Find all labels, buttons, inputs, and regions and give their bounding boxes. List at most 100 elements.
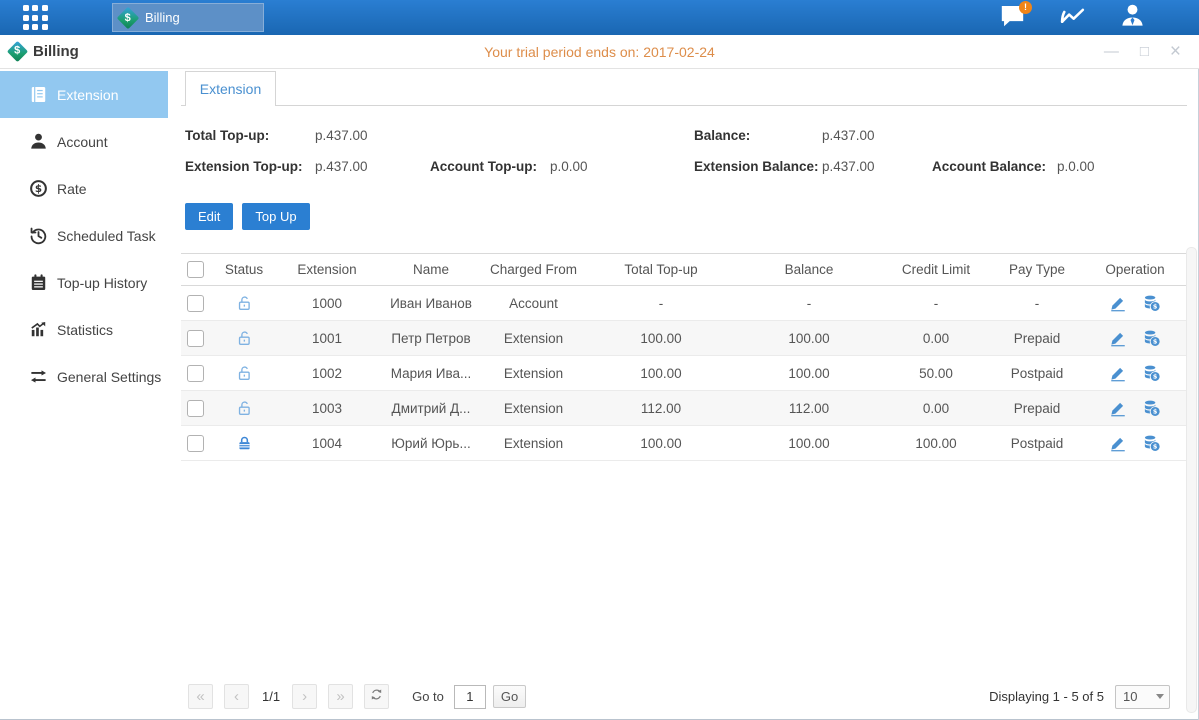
row-charged-from: Extension [481, 366, 586, 381]
select-all-checkbox[interactable] [187, 261, 204, 278]
row-checkbox[interactable] [187, 330, 204, 347]
apps-menu-button[interactable] [0, 5, 70, 30]
user-button[interactable] [1115, 1, 1149, 35]
topup-coins-icon[interactable]: $ [1143, 294, 1161, 312]
window-controls: — □ × [1104, 42, 1181, 61]
edit-icon[interactable] [1109, 434, 1127, 452]
last-page-button[interactable]: » [328, 684, 353, 709]
window-title-bar: Your trial period ends on: 2017-02-24 $ … [0, 35, 1199, 69]
extension-balance-label: Extension Balance: [694, 159, 822, 174]
sidebar-item-general-settings[interactable]: General Settings [0, 353, 168, 400]
row-checkbox[interactable] [187, 400, 204, 417]
total-topup-label: Total Top-up: [185, 128, 315, 143]
row-credit-limit: 0.00 [882, 401, 990, 416]
goto-page-input[interactable] [454, 685, 486, 709]
sidebar-item-statistics[interactable]: Statistics [0, 306, 168, 353]
close-icon[interactable]: × [1170, 42, 1181, 61]
row-extension: 1004 [273, 436, 381, 451]
lock-closed-icon [236, 435, 253, 452]
apps-grid-icon [23, 5, 48, 30]
column-header-pay-type: Pay Type [990, 262, 1084, 277]
top-bar: $ Billing ! [0, 0, 1199, 35]
table-row: 1004 Юрий Юрь... Extension 100.00 100.00… [181, 426, 1186, 461]
edit-icon[interactable] [1109, 294, 1127, 312]
table-row: 1003 Дмитрий Д... Extension 112.00 112.0… [181, 391, 1186, 426]
sidebar-item-account[interactable]: Account [0, 118, 168, 165]
table-scrollbar[interactable] [1186, 247, 1197, 713]
tab-strip: Extension [181, 69, 1187, 106]
sidebar-item-rate[interactable]: $ Rate [0, 165, 168, 212]
displaying-summary: Displaying 1 - 5 of 5 [989, 689, 1104, 704]
extension-topup-value: p.437.00 [315, 159, 430, 174]
row-extension: 1001 [273, 331, 381, 346]
row-operations: $ [1084, 399, 1186, 417]
app-tab-label: Billing [145, 10, 180, 25]
action-buttons: Edit Top Up [181, 203, 1199, 230]
topbar-right-icons: ! [995, 1, 1149, 35]
sidebar-item-top-up-history[interactable]: Top-up History [0, 259, 168, 306]
go-button[interactable]: Go [493, 685, 526, 708]
extensions-table: StatusExtensionNameCharged FromTotal Top… [181, 253, 1186, 461]
row-credit-limit: 50.00 [882, 366, 990, 381]
sidebar-item-extension[interactable]: Extension [0, 71, 168, 118]
topup-coins-icon[interactable]: $ [1143, 364, 1161, 382]
row-extension: 1000 [273, 296, 381, 311]
maximize-icon[interactable]: □ [1140, 44, 1149, 59]
row-credit-limit: 100.00 [882, 436, 990, 451]
next-page-button[interactable]: › [292, 684, 317, 709]
messages-button[interactable]: ! [995, 1, 1029, 35]
row-balance: 100.00 [736, 436, 882, 451]
column-header-total-top-up: Total Top-up [586, 262, 736, 277]
window-title: Billing [33, 43, 79, 60]
row-operations: $ [1084, 434, 1186, 452]
row-name: Дмитрий Д... [381, 401, 481, 416]
page-size-select[interactable]: 10 [1115, 685, 1170, 709]
account-balance-value: p.0.00 [1057, 159, 1095, 174]
svg-text:$: $ [1153, 408, 1157, 416]
top-up-button[interactable]: Top Up [242, 203, 309, 230]
topup-coins-icon[interactable]: $ [1143, 434, 1161, 452]
row-checkbox[interactable] [187, 435, 204, 452]
row-extension: 1002 [273, 366, 381, 381]
minimize-icon[interactable]: — [1104, 44, 1119, 59]
topup-coins-icon[interactable]: $ [1143, 329, 1161, 347]
edit-icon[interactable] [1109, 329, 1127, 347]
row-charged-from: Extension [481, 436, 586, 451]
edit-button[interactable]: Edit [185, 203, 233, 230]
svg-text:$: $ [1153, 443, 1157, 451]
row-checkbox[interactable] [187, 365, 204, 382]
svg-text:$: $ [1153, 373, 1157, 381]
row-pay-type: Postpaid [990, 366, 1084, 381]
balance-label: Balance: [694, 128, 822, 143]
lock-open-icon [236, 365, 253, 382]
column-header-charged-from: Charged From [481, 262, 586, 277]
row-checkbox[interactable] [187, 295, 204, 312]
table-row: 1002 Мария Ива... Extension 100.00 100.0… [181, 356, 1186, 391]
notification-badge: ! [1019, 1, 1032, 14]
row-operations: $ [1084, 364, 1186, 382]
extension-icon [29, 85, 48, 104]
sidebar-item-scheduled-task[interactable]: Scheduled Task [0, 212, 168, 259]
scheduled-task-icon [29, 226, 48, 245]
svg-text:$: $ [1153, 303, 1157, 311]
row-credit-limit: 0.00 [882, 331, 990, 346]
extension-topup-label: Extension Top-up: [185, 159, 315, 174]
refresh-icon [369, 687, 384, 706]
refresh-button[interactable] [364, 684, 389, 709]
edit-icon[interactable] [1109, 364, 1127, 382]
app-tab-billing[interactable]: $ Billing [112, 3, 264, 32]
row-operations: $ [1084, 294, 1186, 312]
column-header-extension: Extension [273, 262, 381, 277]
row-total-topup: 100.00 [586, 331, 736, 346]
pagination-bar: « ‹ 1/1 › » Go to Go Displaying 1 - 5 of… [181, 684, 1170, 709]
monitor-button[interactable] [1055, 1, 1089, 35]
edit-icon[interactable] [1109, 399, 1127, 417]
tab-extension[interactable]: Extension [185, 71, 276, 106]
row-charged-from: Account [481, 296, 586, 311]
topup-coins-icon[interactable]: $ [1143, 399, 1161, 417]
svg-text:$: $ [35, 183, 42, 195]
first-page-button[interactable]: « [188, 684, 213, 709]
prev-page-button[interactable]: ‹ [224, 684, 249, 709]
column-header-balance: Balance [736, 262, 882, 277]
billing-diamond-icon: $ [117, 6, 140, 29]
